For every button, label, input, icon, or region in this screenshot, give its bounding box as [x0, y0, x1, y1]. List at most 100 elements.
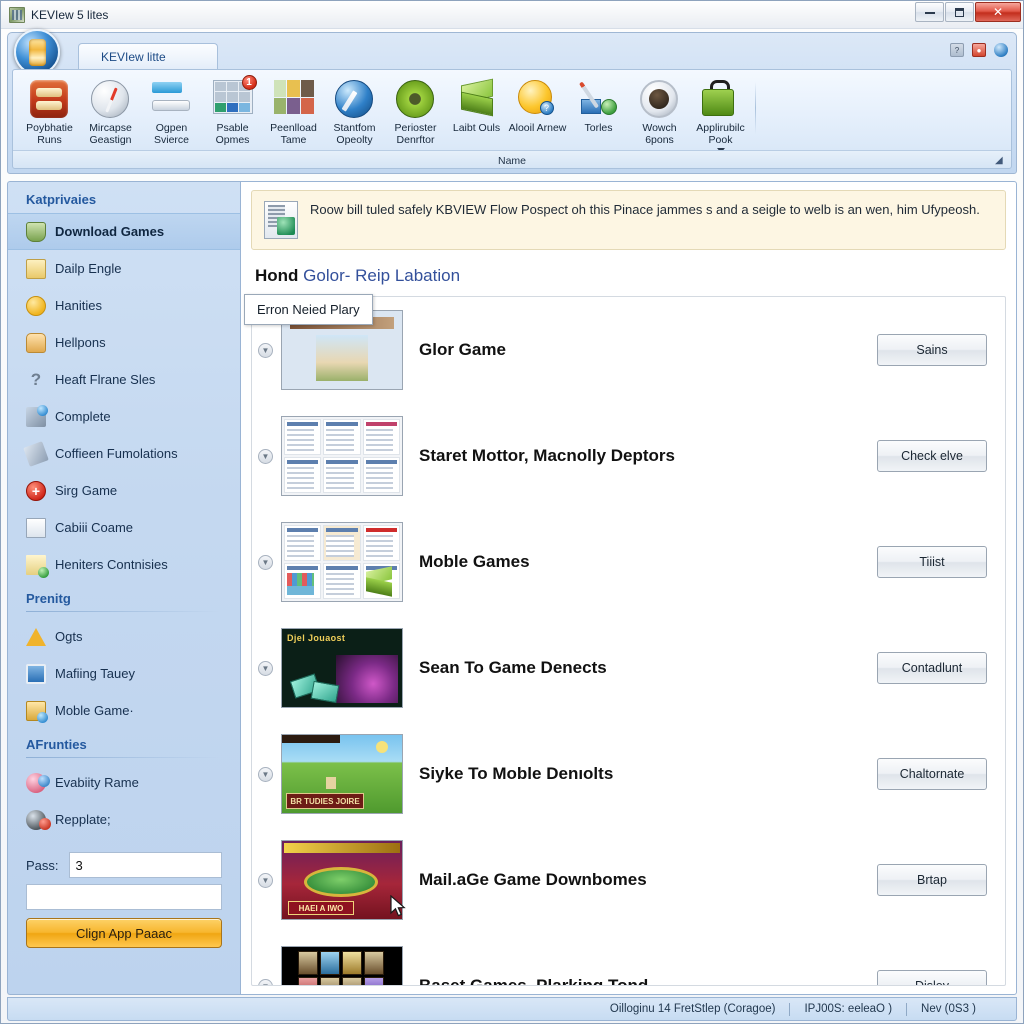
restore-button[interactable] [945, 2, 974, 22]
row-action-button[interactable]: Chaltornate [877, 758, 987, 790]
field-thumb: BR TUDIES JOIRE [281, 734, 403, 814]
minimize-button[interactable] [915, 2, 944, 22]
warning-icon [26, 627, 46, 647]
notice-banner: Roow bill tuled safely KBVIEW Flow Pospe… [251, 190, 1006, 250]
sidebar-item-heniters-contnisies[interactable]: Heniters Contnisies [8, 546, 240, 583]
list-item[interactable]: ▼ Baset Games, Plarking Tond Disley [252, 933, 1005, 985]
bag-icon [701, 80, 741, 120]
pass-input[interactable]: 3 [68, 852, 222, 878]
cube-icon [457, 80, 497, 120]
casino-thumb: HAEI A IWO [281, 840, 403, 920]
ribbon-item-label: Ogpen Svierce [153, 122, 189, 146]
row-action-button[interactable]: Check elve [877, 440, 987, 472]
ribbon-item-peenlload-tame[interactable]: Peenlload Tame [263, 76, 324, 154]
ribbon-item-wowch-spons[interactable]: Wowch 6pons [629, 76, 690, 154]
list-item[interactable]: ▼ HAEI A IWO Mail.aGe Game Downbomes Brt… [252, 827, 1005, 933]
ribbon-item-label: Applirubilc Pook [696, 122, 745, 146]
row-title: Moble Games [419, 552, 530, 571]
sidebar-heading-categories: Katprivaies [26, 192, 97, 207]
row-action-button[interactable]: Disley [877, 970, 987, 985]
list-item[interactable]: ▼ BR TUDIES JOIRE Siyke To Moble Denıolt… [252, 721, 1005, 827]
row-action-button[interactable]: Contadlunt [877, 652, 987, 684]
sidebar-item-sirg-game[interactable]: + Sirg Game [8, 472, 240, 509]
sidebar-item-evabiity-rame[interactable]: Evabiity Rame [8, 764, 240, 801]
status-divider [789, 1002, 791, 1016]
row-action-button[interactable]: Brtap [877, 864, 987, 896]
sidebar-item-hellpons[interactable]: Hellpons [8, 324, 240, 361]
help-tool-icon[interactable]: ? [950, 43, 964, 57]
tab-label: KEVIew litte [101, 49, 166, 64]
sidebar: Katprivaies Download Games Dailp Engle H… [7, 181, 240, 995]
row-bullet-icon[interactable]: ▼ [258, 342, 273, 358]
tab-keview-lite[interactable]: KEVIew litte [78, 43, 218, 69]
status-segment-1: Oilloginu 14 FretStlep (Coragoe) [609, 1003, 776, 1015]
row-bullet-icon[interactable]: ▼ [258, 660, 273, 676]
game-list[interactable]: ▼ Glor Game Sains ▼ Staret Mottor, Macno… [251, 296, 1006, 986]
sun-icon: ? [517, 80, 558, 120]
ribbon-item-mircapse-geastign[interactable]: Mircapse Geastign [80, 76, 141, 154]
secondary-input[interactable] [26, 884, 222, 910]
ribbon-item-laibt-ouls[interactable]: Laibt Ouls [446, 76, 507, 154]
sidebar-item-cabiii-coame[interactable]: Cabiii Coame [8, 509, 240, 546]
sidebar-item-heaft-flrane-sles[interactable]: ? Heaft Flrane Sles [8, 361, 240, 398]
sidebar-item-complete[interactable]: Complete [8, 398, 240, 435]
record-tool-icon[interactable]: ● [972, 43, 986, 57]
install-icon [264, 201, 298, 239]
row-bullet-icon[interactable]: ▼ [258, 448, 273, 464]
ribbon-item-label: Poybhatie Runs [26, 122, 73, 146]
row-title: Siyke To Moble Denıolts [419, 764, 614, 783]
ribbon-tab-row: KEVIew litte ? ● [8, 29, 1016, 75]
status-segment-3: Nev (0S3 ) [921, 1003, 976, 1015]
list-item[interactable]: ▼ Staret Mottor, Macnolly Deptors Check … [252, 403, 1005, 509]
cards-thumb [281, 946, 403, 985]
two-people-icon [26, 809, 51, 830]
sidebar-item-repplate[interactable]: Repplate; [8, 801, 240, 838]
content-panel: Roow bill tuled safely KBVIEW Flow Pospe… [240, 181, 1017, 995]
section-heading-bold: Hond [255, 266, 299, 285]
clign-app-button[interactable]: Clign App Paaac [26, 918, 222, 948]
ribbon-item-perioster-denrftor[interactable]: Perioster Denrftor [385, 76, 446, 154]
close-button[interactable]: ✕ [975, 2, 1021, 22]
list-item[interactable]: ▼ Moble Games Tiiist [252, 509, 1005, 615]
ribbon-item-ogpen-svierce[interactable]: Ogpen Svierce [141, 76, 202, 154]
row-bullet-icon[interactable]: ▼ [258, 554, 273, 570]
ribbon-item-stantfom-opeolty[interactable]: Stantfom Opeolty [324, 76, 385, 154]
row-bullet-icon[interactable]: ▼ [258, 872, 273, 888]
ribbon-item-label: Stantfom Opeolty [333, 122, 376, 146]
notice-text: Roow bill tuled safely KBVIEW Flow Pospe… [310, 202, 980, 217]
ribbon-group: Poybhatie Runs Mircapse Geastign Ogpen S… [13, 70, 764, 154]
ribbon-item-psable-opmes[interactable]: 1 Psable Opmes [202, 75, 263, 154]
ribbon-item-label: Torles [584, 122, 613, 134]
ribbon-item-applirubilc-pook[interactable]: Applirubilc Pook [690, 76, 751, 154]
ribbon-item-poybhatie-runs[interactable]: Poybhatie Runs [19, 76, 80, 154]
notification-badge: 1 [241, 75, 257, 90]
sidebar-item-download-games[interactable]: Download Games [8, 213, 240, 250]
ribbon-item-torles[interactable]: Torles [568, 76, 629, 154]
sidebar-item-hanities[interactable]: Hanities [8, 287, 240, 324]
row-action-button[interactable]: Sains [877, 334, 987, 366]
restore-icon [955, 7, 964, 17]
sidebar-item-label: Repplate; [55, 812, 111, 827]
row-action-button[interactable]: Tiiist [877, 546, 987, 578]
sidebar-item-mafiing-tauey[interactable]: Mafiing Tauey [8, 655, 240, 692]
status-divider [906, 1002, 908, 1016]
pass-row: Pass: 3 [26, 852, 222, 878]
section-heading-link[interactable]: Golor- Reip Labation [303, 266, 460, 285]
row-bullet-icon[interactable]: ▼ [258, 978, 273, 985]
dialog-launcher-icon[interactable]: ◢ [995, 155, 1005, 166]
wand-icon [26, 404, 48, 427]
row-bullet-icon[interactable]: ▼ [258, 766, 273, 782]
globe-tool-icon[interactable] [994, 43, 1008, 57]
sidebar-item-dailp-engle[interactable]: Dailp Engle [8, 250, 240, 287]
ribbon-item-alooil-arnew[interactable]: ? Alooil Arnew [507, 76, 568, 154]
sidebar-item-label: Cabiii Coame [55, 520, 134, 535]
mobile-icon [26, 700, 48, 723]
sidebar-item-moble-game[interactable]: Moble Game· [8, 692, 240, 729]
ribbon-body: Poybhatie Runs Mircapse Geastign Ogpen S… [12, 69, 1012, 169]
ribbon-tab-tools: ? ● [950, 43, 1008, 57]
question-icon: ? [30, 369, 42, 389]
sidebar-item-coffieen-fumolations[interactable]: Coffieen Fumolations [8, 435, 240, 472]
sidebar-item-ogts[interactable]: Ogts [8, 618, 240, 655]
list-item[interactable]: ▼ Djel Jouaost Sean To Game Denects Cont… [252, 615, 1005, 721]
sidebar-heading-afrunties: AFrunties [8, 735, 240, 764]
